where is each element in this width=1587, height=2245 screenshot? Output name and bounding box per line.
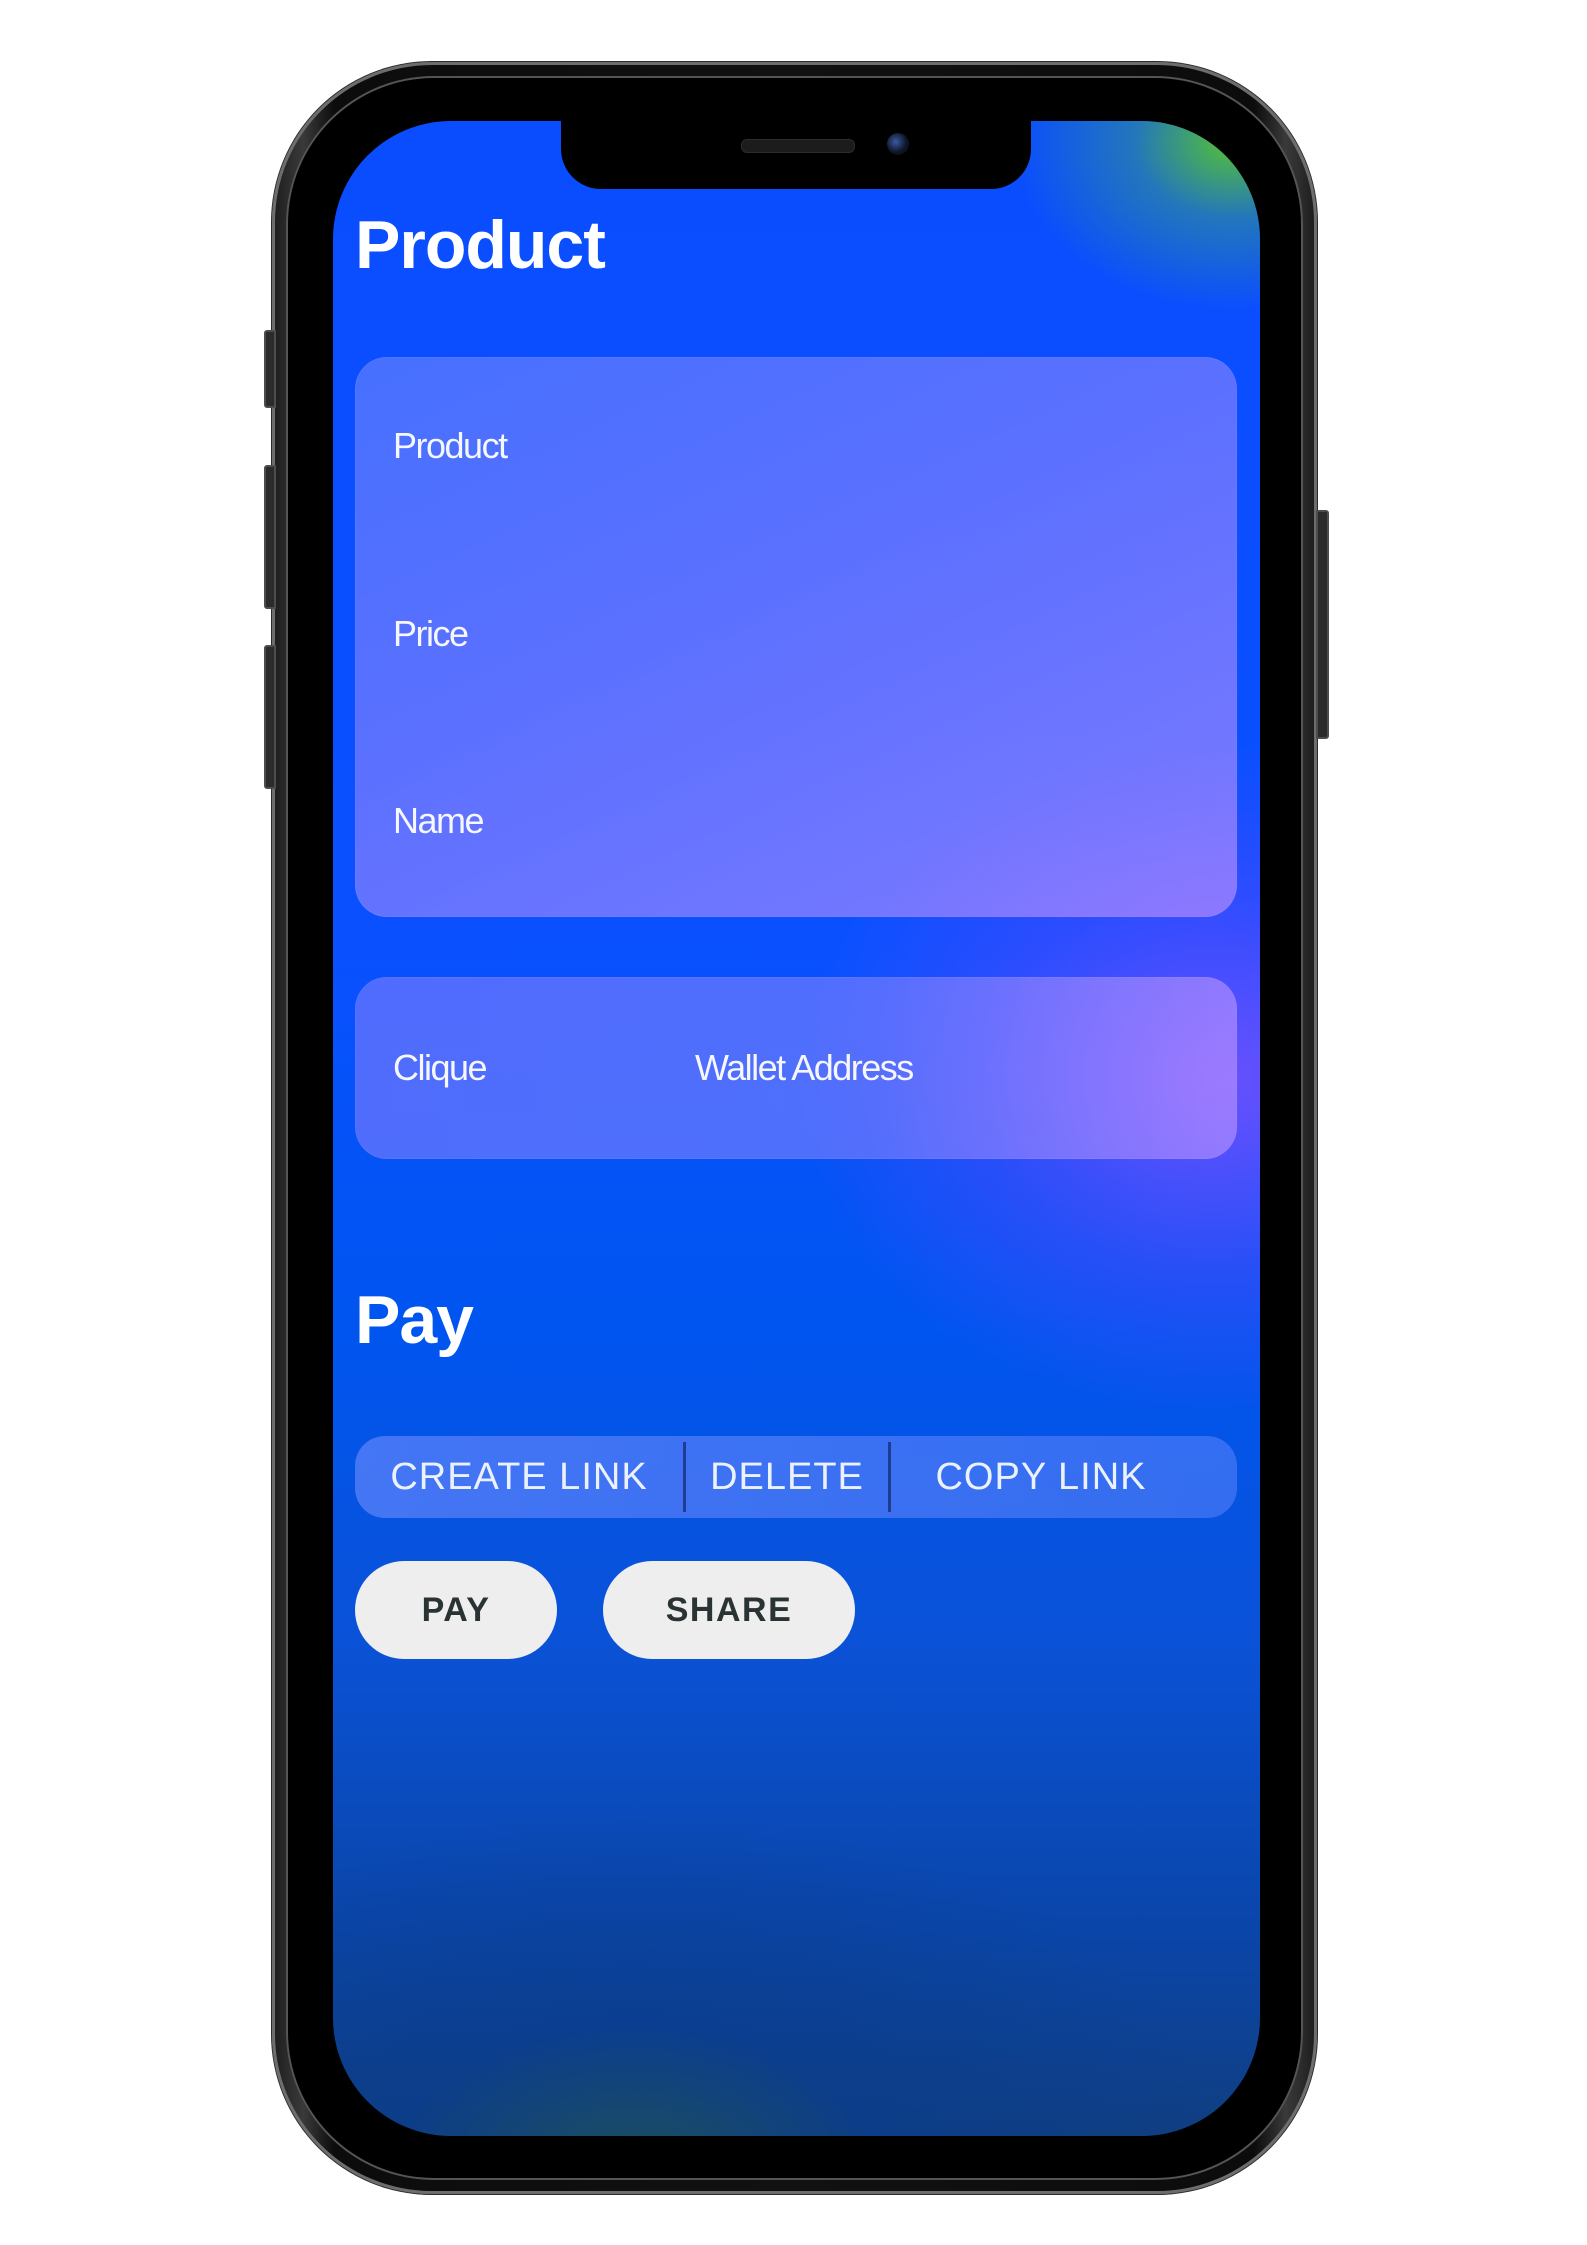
copy-link-button[interactable]: COPY LINK	[891, 1436, 1191, 1518]
wallet-card: Clique Wallet Address	[355, 977, 1237, 1159]
notch	[561, 121, 1031, 189]
volume-down-button	[264, 645, 276, 789]
pay-title: Pay	[355, 1282, 474, 1358]
share-button[interactable]: SHARE	[603, 1561, 855, 1659]
product-title: Product	[355, 207, 606, 283]
delete-button[interactable]: DELETE	[686, 1436, 888, 1518]
segment-divider	[683, 1442, 686, 1512]
link-actions-segmented-control: CREATE LINK DELETE COPY LINK	[355, 1436, 1237, 1518]
volume-up-button	[264, 465, 276, 609]
create-link-button[interactable]: CREATE LINK	[355, 1436, 683, 1518]
pay-button[interactable]: PAY	[355, 1561, 557, 1659]
speaker-icon	[741, 139, 855, 153]
silent-switch	[264, 330, 276, 408]
segment-divider	[888, 1442, 891, 1512]
wallet-address-field[interactable]: Wallet Address	[695, 1047, 914, 1089]
price-field[interactable]: Price	[393, 613, 469, 655]
clique-field[interactable]: Clique	[393, 1047, 488, 1089]
product-form-card: Product Price Name	[355, 357, 1237, 917]
name-field[interactable]: Name	[393, 800, 485, 842]
camera-icon	[887, 133, 909, 155]
product-field[interactable]: Product	[393, 425, 508, 467]
phone-screen: Product Product Price Name Clique Wallet…	[333, 121, 1260, 2136]
page: Product Product Price Name Clique Wallet…	[0, 0, 1587, 2245]
power-button	[1316, 510, 1329, 739]
